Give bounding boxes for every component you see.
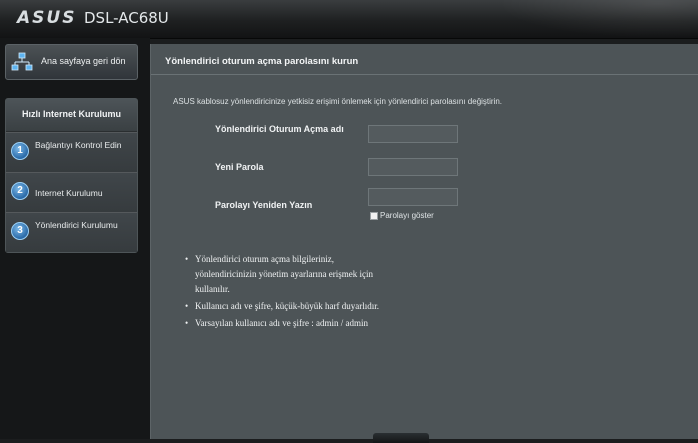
step-label: Internet Kurulumu [35, 188, 103, 198]
new-password-label: Yeni Parola [215, 162, 264, 172]
new-password-input[interactable] [368, 158, 458, 176]
note-item: Varsayılan kullanıcı adı ve şifre : admi… [185, 316, 385, 331]
login-name-label: Yönlendirici Oturum Açma adı [215, 124, 344, 134]
title-divider [151, 74, 698, 75]
home-button-label: Ana sayfaya geri dön [41, 56, 126, 66]
show-password-label: Parolayı göster [380, 211, 434, 220]
step-router-setup[interactable]: 3 Yönlendirici Kurulumu [6, 212, 137, 252]
step-internet-setup[interactable]: 2 Internet Kurulumu [6, 172, 137, 212]
quick-setup-panel: Hızlı Internet Kurulumu 1 Bağlantıyı Kon… [5, 98, 138, 253]
step-number-2: 2 [11, 182, 29, 200]
top-header: ASUS DSL-AC68U [0, 0, 698, 39]
asus-logo: ASUS [17, 8, 77, 28]
retype-password-label: Parolayı Yeniden Yazın [215, 200, 313, 210]
login-name-input[interactable] [368, 125, 458, 143]
page-description: ASUS kablosuz yönlendiricinize yetkisiz … [173, 97, 503, 106]
next-button[interactable] [373, 433, 429, 443]
note-item: Yönlendirici oturum açma bilgileriniz, y… [185, 252, 385, 297]
quick-setup-title: Hızlı Internet Kurulumu [6, 99, 137, 132]
note-item: Kullanıcı adı ve şifre, küçük-büyük harf… [185, 299, 385, 314]
model-name: DSL-AC68U [84, 9, 169, 27]
main-panel: Yönlendirici oturum açma parolasını kuru… [150, 44, 698, 443]
page-title: Yönlendirici oturum açma parolasını kuru… [165, 56, 359, 67]
home-button[interactable]: Ana sayfaya geri dön [5, 44, 138, 80]
step-label: Bağlantıyı Kontrol Edin [35, 140, 122, 150]
step-label: Yönlendirici Kurulumu [35, 220, 118, 230]
show-password-option[interactable]: Parolayı göster [370, 211, 434, 220]
header-shine [498, 0, 698, 38]
info-notes: Yönlendirici oturum açma bilgileriniz, y… [185, 252, 385, 333]
show-password-checkbox[interactable] [370, 211, 378, 220]
retype-password-input[interactable] [368, 188, 458, 206]
step-number-1: 1 [11, 142, 29, 160]
network-icon [11, 52, 33, 71]
step-check-connection[interactable]: 1 Bağlantıyı Kontrol Edin [6, 132, 137, 172]
step-number-3: 3 [11, 222, 29, 240]
sidebar: Ana sayfaya geri dön Hızlı Internet Kuru… [0, 38, 150, 439]
